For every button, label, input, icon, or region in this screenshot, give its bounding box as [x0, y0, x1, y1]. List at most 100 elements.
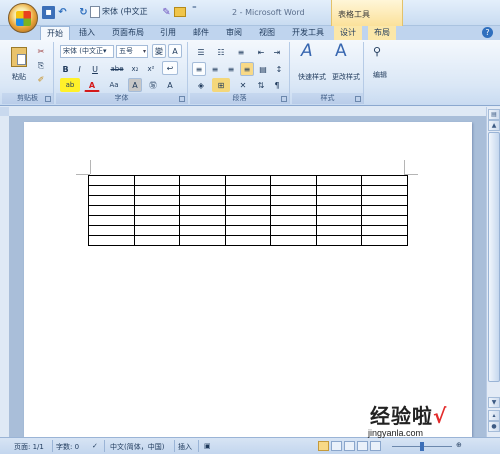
table-cell[interactable]: [315, 215, 363, 226]
asian-layout-icon[interactable]: ✕: [234, 78, 252, 92]
change-case-button[interactable]: Aa: [104, 78, 124, 92]
align-left-icon[interactable]: ≡: [192, 62, 206, 76]
table-cell[interactable]: [361, 225, 408, 236]
table-cell[interactable]: [179, 235, 226, 246]
zoom-in-icon[interactable]: ⊕: [456, 441, 462, 449]
table-cell[interactable]: [315, 205, 363, 216]
table-cell[interactable]: [133, 185, 181, 196]
paste-button[interactable]: 粘贴: [6, 44, 30, 84]
font-size-combo[interactable]: 五号 ▾: [116, 45, 148, 58]
cut-icon[interactable]: ✂: [34, 44, 48, 56]
table-cell[interactable]: [315, 195, 363, 206]
ruler-view-icon[interactable]: ▤: [488, 109, 500, 120]
superscript-button[interactable]: x²: [144, 62, 158, 76]
table-cell[interactable]: [179, 215, 226, 226]
table-cell[interactable]: [315, 175, 363, 186]
enclose-chars-button[interactable]: ㊢: [146, 78, 160, 92]
open-folder-icon[interactable]: [174, 7, 186, 17]
tab-page-layout[interactable]: 页面布局: [106, 26, 150, 40]
table-cell[interactable]: [361, 195, 408, 206]
clipboard-launcher-icon[interactable]: [45, 96, 51, 102]
language-indicator[interactable]: 中文(简体，中国): [110, 442, 164, 452]
line-spacing-icon[interactable]: ↕: [272, 62, 286, 76]
numbering-icon[interactable]: ☷: [212, 45, 230, 59]
table-cell[interactable]: [179, 195, 226, 206]
table-cell[interactable]: [224, 235, 272, 246]
table-cell[interactable]: [133, 175, 181, 186]
table-cell[interactable]: [133, 215, 181, 226]
tab-layout[interactable]: 布局: [368, 26, 396, 40]
align-center-icon[interactable]: ≡: [208, 62, 222, 76]
char-scaling-button[interactable]: A: [162, 78, 178, 92]
new-document-icon[interactable]: [90, 6, 100, 18]
help-icon[interactable]: ?: [482, 27, 493, 38]
bold-button[interactable]: B: [60, 62, 71, 76]
tab-mailings[interactable]: 邮件: [187, 26, 215, 40]
paragraph-launcher-icon[interactable]: [281, 96, 287, 102]
undo-icon[interactable]: ↶: [56, 6, 69, 19]
table-cell[interactable]: [179, 175, 226, 186]
show-marks-icon[interactable]: ¶: [270, 78, 284, 92]
editing-button[interactable]: ⚲ 编辑: [368, 44, 390, 84]
web-layout-icon[interactable]: [344, 441, 355, 451]
table-cell[interactable]: [361, 185, 408, 196]
tab-review[interactable]: 审阅: [220, 26, 248, 40]
quick-styles-button[interactable]: A 快速样式: [294, 43, 328, 84]
clear-formatting-button[interactable]: ↩: [162, 61, 178, 75]
table-cell[interactable]: [361, 175, 408, 186]
table-cell[interactable]: [224, 215, 272, 226]
table-cell[interactable]: [224, 205, 272, 216]
table-cell[interactable]: [361, 205, 408, 216]
table-cell[interactable]: [88, 215, 135, 226]
table-cell[interactable]: [133, 235, 181, 246]
sort-icon[interactable]: ⇅: [254, 78, 268, 92]
qat-font-selector[interactable]: 宋体 (中文正: [102, 6, 148, 17]
tab-references[interactable]: 引用: [154, 26, 182, 40]
tab-design[interactable]: 设计: [334, 26, 362, 40]
office-button[interactable]: [8, 3, 38, 33]
page-count[interactable]: 页面: 1/1: [14, 442, 44, 452]
draft-view-icon[interactable]: [370, 441, 381, 451]
macro-record-icon[interactable]: ▣: [204, 442, 211, 450]
table-cell[interactable]: [88, 205, 135, 216]
browse-object-icon[interactable]: ●: [488, 421, 500, 432]
table-cell[interactable]: [224, 175, 272, 186]
font-name-combo[interactable]: 宋体 (中文正▾: [60, 45, 114, 58]
zoom-slider-thumb[interactable]: [420, 442, 424, 451]
font-launcher-icon[interactable]: [179, 96, 185, 102]
phonetic-guide-button[interactable]: 變: [152, 44, 166, 58]
shading-icon[interactable]: ◈: [192, 78, 210, 92]
table-cell[interactable]: [270, 175, 317, 186]
bullets-icon[interactable]: ☰: [192, 45, 210, 59]
increase-indent-icon[interactable]: ⇥: [270, 45, 284, 59]
document-table[interactable]: [88, 175, 408, 246]
table-cell[interactable]: [179, 225, 226, 236]
ruler-toggle-icon[interactable]: [0, 107, 9, 116]
highlight-button[interactable]: ab: [60, 78, 80, 92]
tab-view[interactable]: 视图: [253, 26, 281, 40]
copy-icon[interactable]: ⎘: [34, 58, 48, 70]
table-cell[interactable]: [270, 215, 317, 226]
insert-mode[interactable]: 插入: [178, 442, 192, 452]
decrease-indent-icon[interactable]: ⇤: [254, 45, 268, 59]
change-styles-button[interactable]: A 更改样式: [328, 43, 362, 84]
table-cell[interactable]: [88, 225, 135, 236]
tab-home[interactable]: 开始: [40, 26, 70, 41]
table-cell[interactable]: [88, 185, 135, 196]
table-cell[interactable]: [224, 195, 272, 206]
table-cell[interactable]: [361, 235, 408, 246]
align-right-icon[interactable]: ≡: [224, 62, 238, 76]
tab-developer[interactable]: 开发工具: [286, 26, 330, 40]
previous-page-icon[interactable]: ▴: [488, 410, 500, 421]
table-cell[interactable]: [361, 215, 408, 226]
table-cell[interactable]: [224, 225, 272, 236]
table-cell[interactable]: [270, 195, 317, 206]
proofing-icon[interactable]: ✓: [92, 442, 98, 450]
table-cell[interactable]: [133, 205, 181, 216]
borders-icon[interactable]: ⊞: [212, 78, 230, 92]
multilevel-list-icon[interactable]: ≡: [232, 45, 250, 59]
table-cell[interactable]: [88, 235, 135, 246]
scrollbar-thumb[interactable]: [488, 132, 500, 382]
table-cell[interactable]: [88, 175, 135, 186]
table-cell[interactable]: [179, 205, 226, 216]
